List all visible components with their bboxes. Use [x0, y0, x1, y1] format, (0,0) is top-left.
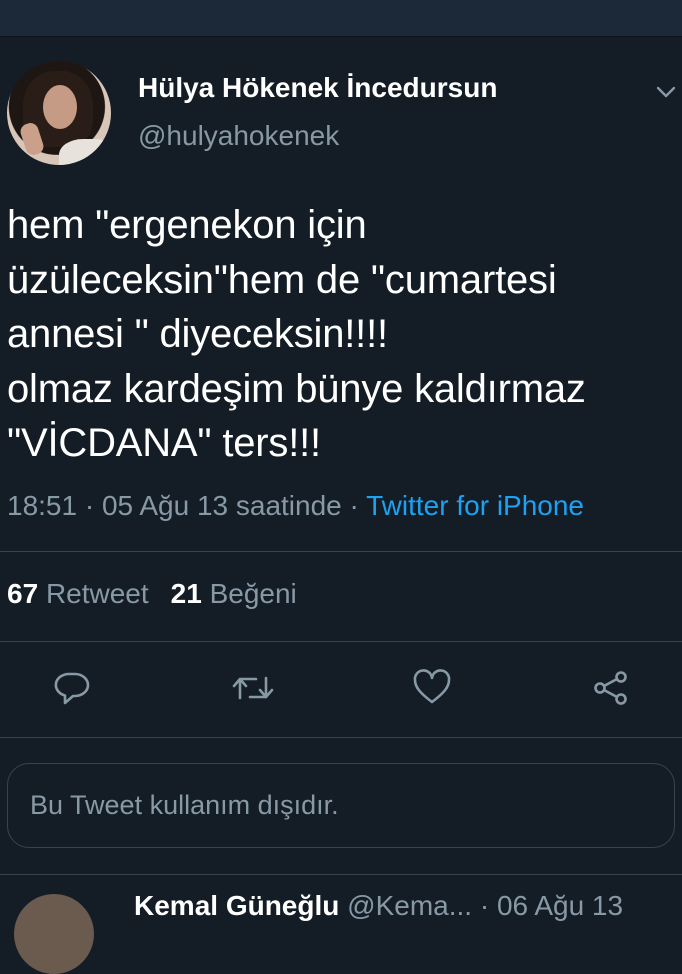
retweet-count: 67	[7, 578, 39, 609]
share-icon	[594, 671, 627, 705]
likes-stat[interactable]: 21 Beğeni	[171, 578, 297, 609]
meta-separator: ·	[349, 490, 359, 521]
tweet-date: 05 Ağu 13 saatinde	[101, 490, 342, 521]
avatar-face	[43, 85, 77, 129]
author-handle[interactable]: @hulyahokenek	[138, 120, 339, 152]
tweet-text: hem "ergenekon için üzüleceksin"hem de "…	[7, 203, 586, 465]
like-button[interactable]	[410, 666, 454, 710]
tweet-source-link[interactable]: Twitter for iPhone	[366, 490, 584, 521]
top-bar	[0, 0, 682, 37]
like-label: Beğeni	[209, 578, 297, 609]
divider	[0, 874, 682, 875]
divider	[0, 551, 682, 552]
retweet-button[interactable]	[231, 666, 275, 710]
share-button[interactable]	[589, 666, 633, 710]
avatar[interactable]	[7, 61, 111, 165]
reply-placeholder: Bu Tweet kullanım dışıdır.	[30, 790, 339, 820]
reply-button[interactable]	[50, 666, 94, 710]
tweet-stats: 67 Retweet 21 Beğeni	[7, 578, 297, 610]
retweets-stat[interactable]: 67 Retweet	[7, 578, 149, 609]
retweet-label: Retweet	[45, 578, 149, 609]
next-tweet-date: 06 Ağu 13	[496, 890, 624, 921]
like-count: 21	[170, 578, 202, 609]
divider	[0, 641, 682, 642]
reply-icon	[54, 672, 90, 705]
author-name[interactable]: Hülya Hökenek İncedursun	[138, 72, 497, 104]
retweet-icon	[232, 676, 274, 700]
divider	[0, 737, 682, 738]
avatar[interactable]	[14, 894, 94, 974]
heart-icon	[413, 669, 451, 704]
next-tweet-handle[interactable]: @Kema...	[347, 890, 472, 921]
reply-input[interactable]: Bu Tweet kullanım dışıdır.	[7, 763, 675, 848]
tweet-meta: 18:51 · 05 Ağu 13 saatinde · Twitter for…	[7, 490, 584, 522]
next-tweet-header: Kemal Güneğlu @Kema... · 06 Ağu 13	[134, 890, 623, 922]
meta-separator: ·	[479, 890, 490, 921]
avatar-shirt	[59, 139, 111, 165]
next-tweet-author-name[interactable]: Kemal Güneğlu	[134, 890, 339, 921]
chevron-down-icon[interactable]	[654, 80, 678, 104]
tweet-time: 18:51	[7, 490, 78, 521]
meta-separator: ·	[84, 490, 95, 521]
